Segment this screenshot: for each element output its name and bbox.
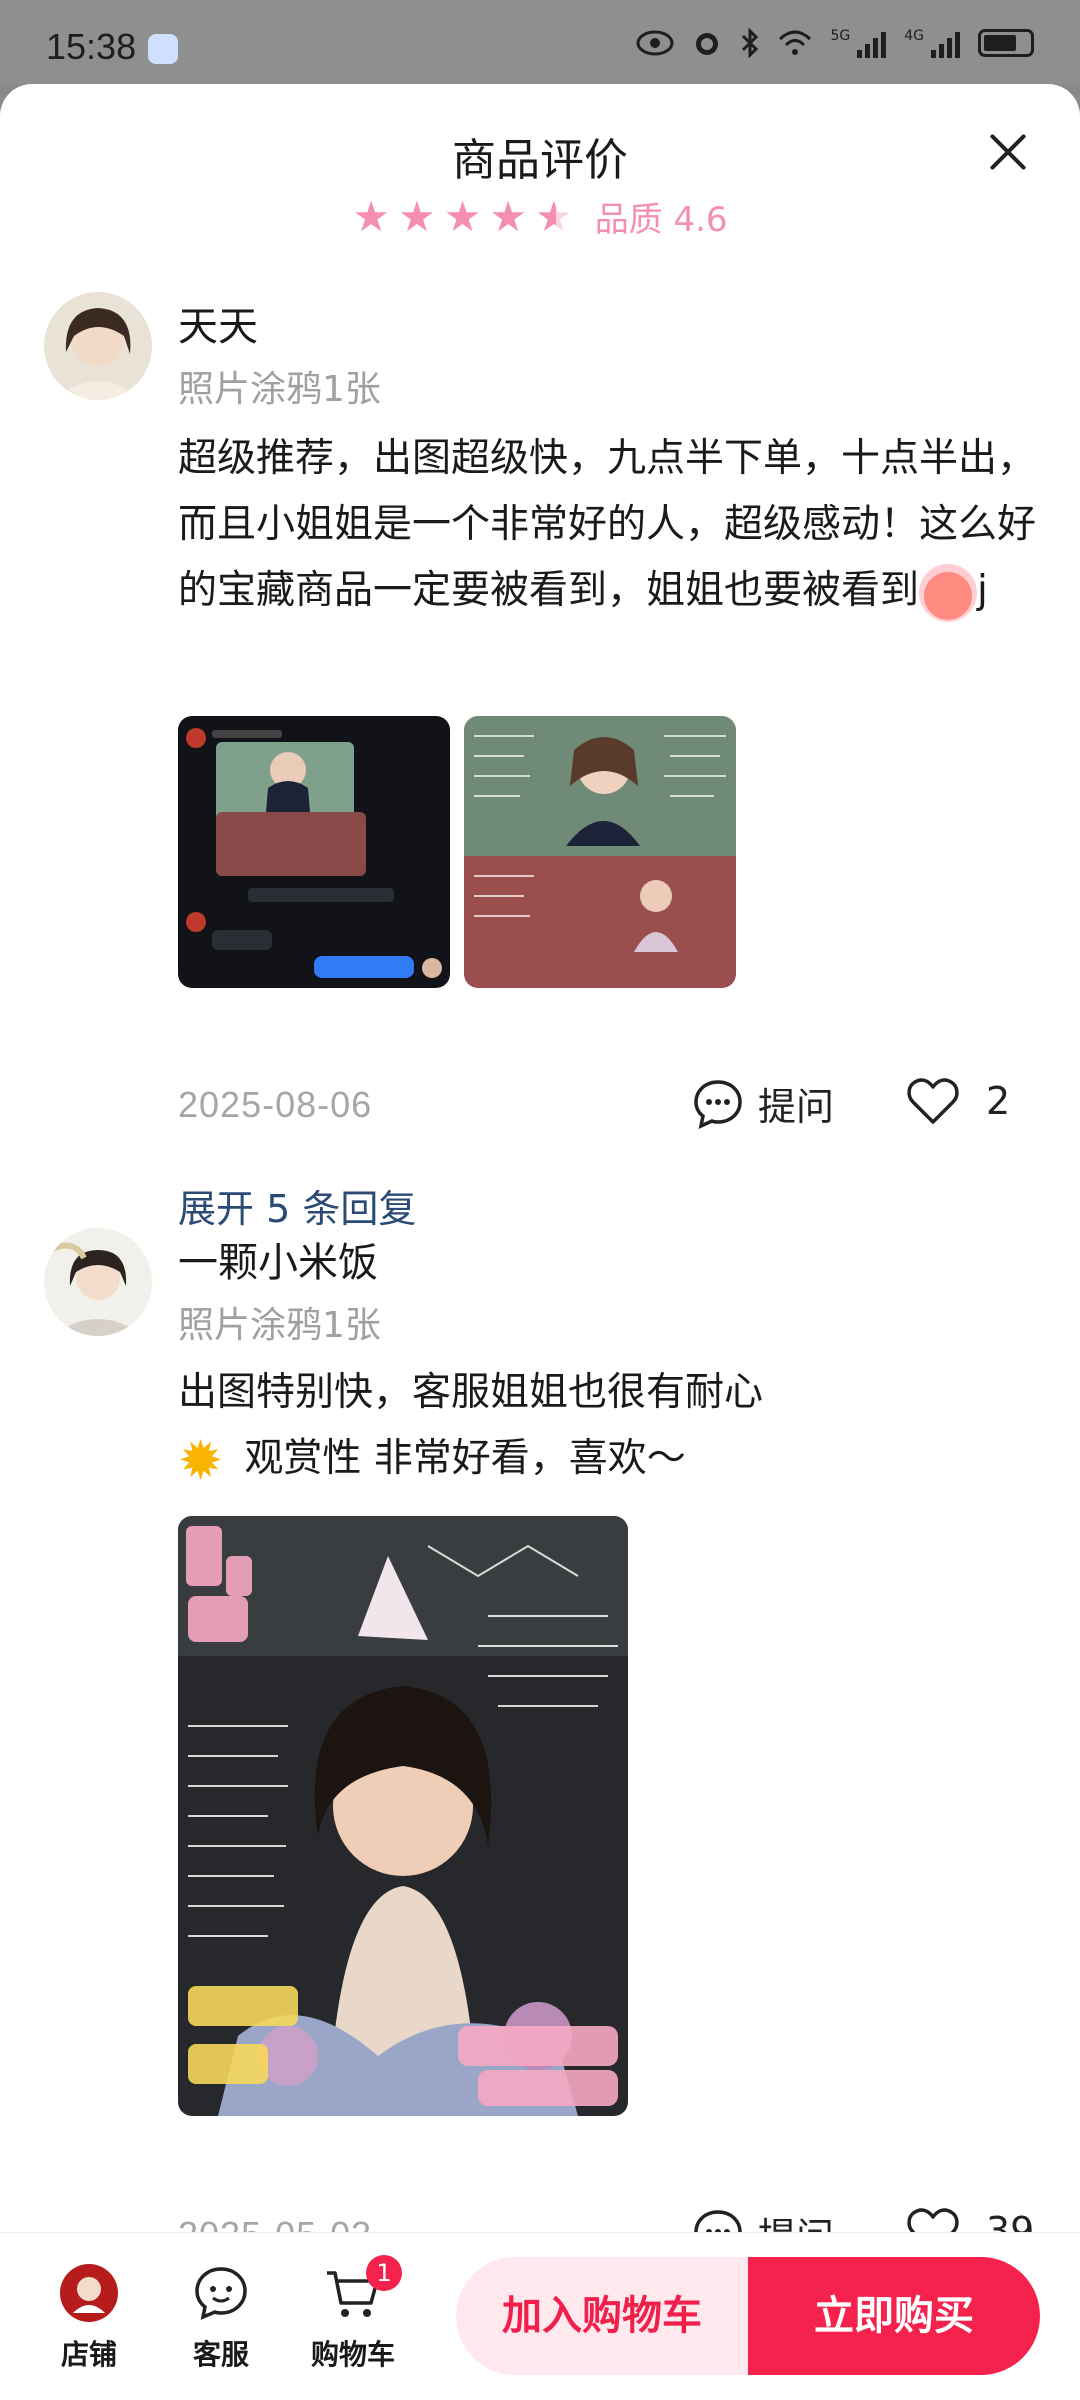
eye-icon bbox=[636, 30, 674, 56]
review-date: 2025-08-06 bbox=[178, 1084, 373, 1125]
bluetooth-icon bbox=[742, 28, 759, 58]
star-icon: ★ bbox=[352, 191, 391, 241]
customer-service-button[interactable]: 客服 bbox=[166, 2263, 276, 2373]
sheet-title: 商品评价 bbox=[452, 135, 628, 186]
customer-service-icon bbox=[191, 2263, 251, 2323]
signal-5g-label: 5G bbox=[830, 28, 851, 44]
review-text: 超级推荐，出图超级快，九点半下单，十点半出，而且小姐姐是一个非常好的人，超级感动… bbox=[178, 426, 1038, 624]
signal-4g-label: 4G bbox=[904, 28, 924, 44]
status-bar: 15:38 5G 4G bbox=[0, 0, 1080, 84]
wifi-icon bbox=[779, 30, 812, 55]
review-photo[interactable] bbox=[178, 716, 450, 988]
cart-button[interactable]: 1 购物车 bbox=[298, 2255, 408, 2373]
rating-text: 品质 4.6 bbox=[594, 200, 728, 240]
like-button[interactable]: 2 bbox=[906, 1076, 1010, 1126]
heart-icon bbox=[907, 1078, 959, 1124]
star-icon: ★ bbox=[398, 191, 436, 241]
review-photo[interactable] bbox=[464, 716, 736, 988]
shop-button[interactable]: 店铺 bbox=[34, 2263, 144, 2373]
review-subtitle: 照片涂鸦1张 bbox=[178, 369, 381, 410]
rating-summary: ★ ★ ★ ★ ★ 品质 4.6 bbox=[0, 192, 1080, 241]
review-subtitle: 照片涂鸦1张 bbox=[178, 1305, 381, 1346]
avatar[interactable] bbox=[44, 292, 152, 400]
app-notification-icon bbox=[148, 34, 178, 64]
review-username: 天天 bbox=[178, 304, 258, 350]
like-count: 2 bbox=[986, 1079, 1011, 1123]
review-text-content: 超级推荐，出图超级快，九点半下单，十点半出，而且小姐姐是一个非常好的人，超级感动… bbox=[178, 436, 1037, 613]
bottom-action-bar: 店铺 客服 1 购物车 加入购物车 立即购买 bbox=[0, 2232, 1080, 2400]
avatar[interactable] bbox=[44, 1228, 152, 1336]
status-time: 15:38 bbox=[46, 26, 137, 67]
buy-now-button[interactable]: 立即购买 bbox=[748, 2257, 1040, 2375]
signal-4g-icon: 4G bbox=[904, 28, 960, 58]
signal-5g-icon: 5G bbox=[830, 28, 887, 58]
ask-button[interactable]: 提问 bbox=[692, 1076, 834, 1131]
review-text-line: 观赏性 非常好看，喜欢～ bbox=[244, 1436, 686, 1481]
cart-label: 购物车 bbox=[310, 2338, 395, 2371]
review-text: 出图特别快，客服姐姐也很有耐心 ✹ 观赏性 非常好看，喜欢～ bbox=[178, 1360, 1038, 1492]
battery-icon bbox=[978, 29, 1034, 57]
review-photo[interactable] bbox=[178, 1516, 628, 2116]
review-username: 一颗小米饭 bbox=[178, 1240, 378, 1286]
review-text-suffix: j bbox=[977, 568, 988, 613]
ask-label: 提问 bbox=[758, 1085, 835, 1129]
reviews-sheet: 商品评价 ★ ★ ★ ★ ★ 品质 4.6 天天 照片涂鸦1张 超级推荐，出图超… bbox=[0, 84, 1080, 2400]
sparkle-icon: ✹ bbox=[178, 1428, 224, 1492]
star-icon: ★ bbox=[489, 191, 528, 241]
alarm-icon bbox=[696, 33, 719, 55]
status-icons: 5G 4G bbox=[636, 28, 1034, 58]
chat-bubble-icon bbox=[694, 1079, 742, 1129]
emoji-icon bbox=[919, 563, 978, 622]
half-star-icon: ★ bbox=[535, 191, 573, 241]
customer-service-label: 客服 bbox=[192, 2338, 249, 2371]
star-icon: ★ bbox=[443, 191, 482, 241]
cart-badge: 1 bbox=[366, 2255, 402, 2291]
review-text-line: 出图特别快，客服姐姐也很有耐心 bbox=[178, 1370, 764, 1415]
shop-logo-icon bbox=[59, 2263, 119, 2323]
shop-label: 店铺 bbox=[60, 2338, 117, 2371]
add-to-cart-button[interactable]: 加入购物车 bbox=[456, 2257, 748, 2375]
review-text-line-2: ✹ 观赏性 非常好看，喜欢～ bbox=[178, 1426, 1038, 1492]
expand-replies-link[interactable]: 展开 5 条回复 bbox=[178, 1178, 416, 1233]
close-button[interactable] bbox=[980, 124, 1036, 180]
